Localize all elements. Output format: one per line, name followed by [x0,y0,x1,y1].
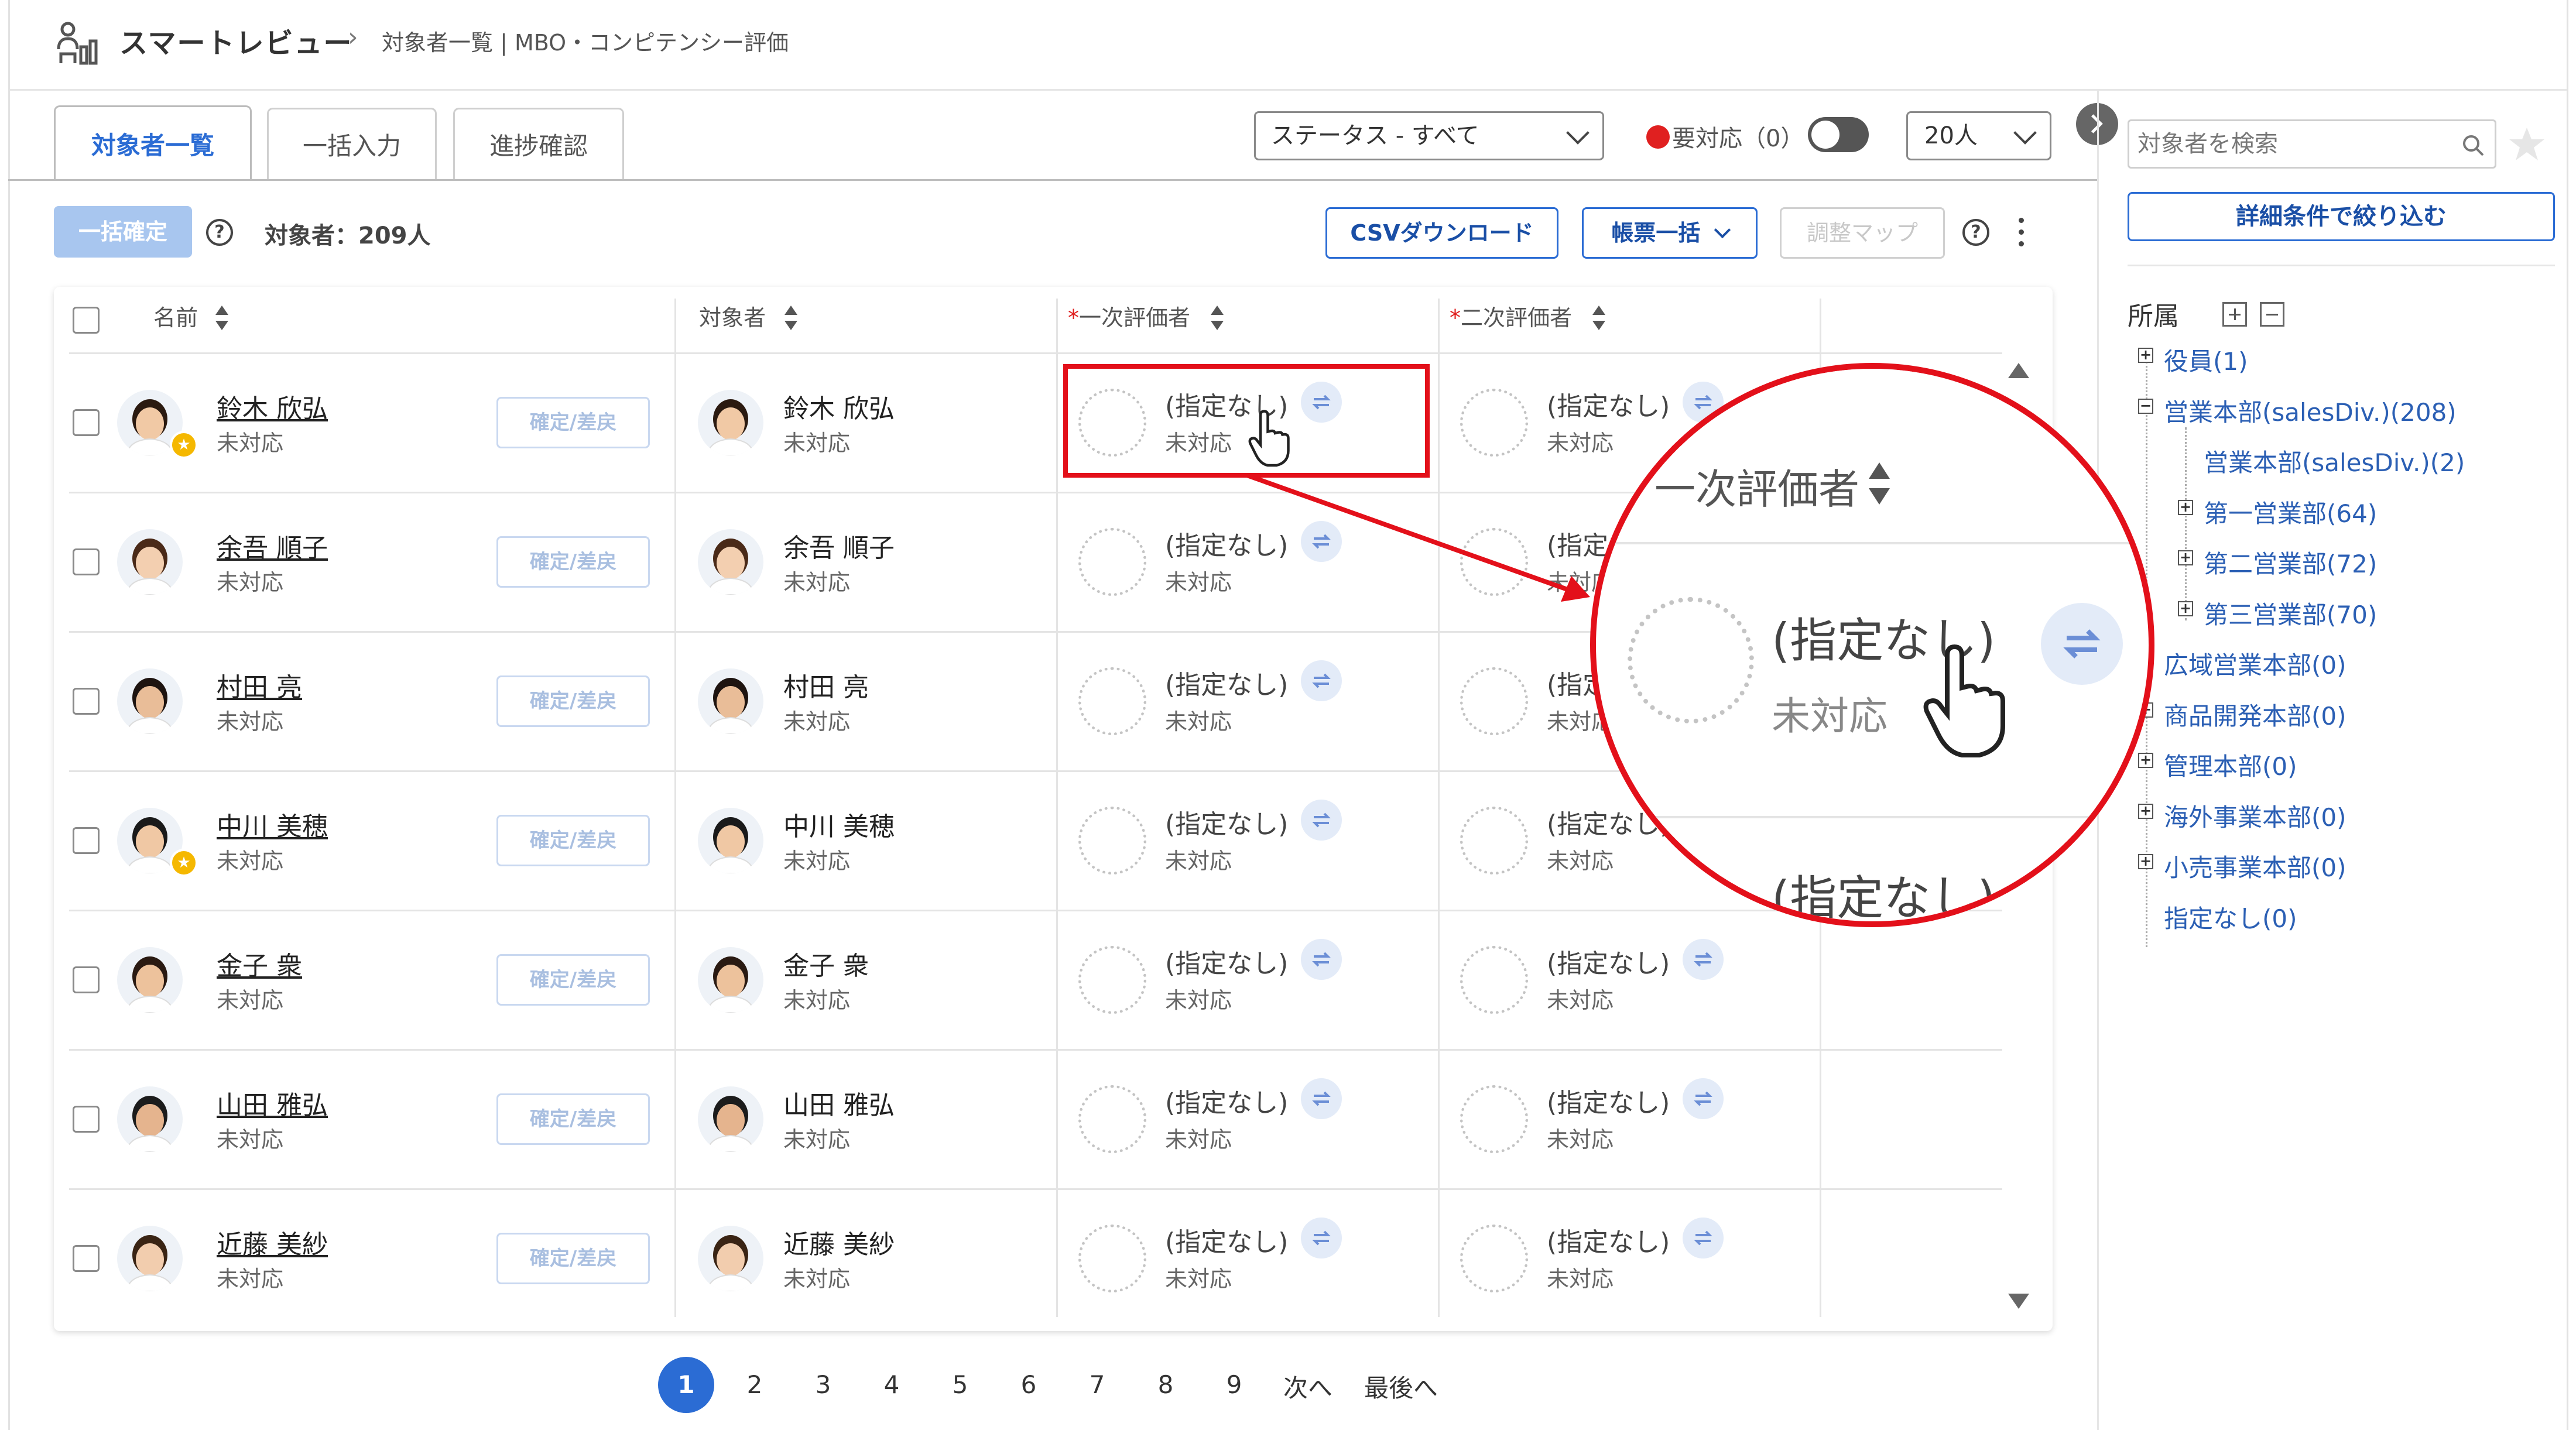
zoom-callout: 一次評価者 (指定なし) 未対応 (指定なし) [1590,363,2154,927]
zoom-header-label: 一次評価者 [1654,465,1859,513]
callout-arrow [1246,473,1590,602]
zoom-eval-status: 未対応 [1772,694,1888,739]
zoom-sort-icon [1869,462,1890,509]
zoom-next-value: (指定なし) [1772,871,1996,925]
zoom-pointer-hand-icon [1923,644,2005,757]
zoom-avatar-placeholder [1628,597,1754,723]
zoom-swap-icon [2041,603,2123,685]
app-root: スマートレビュー › 対象者一覧 | MBO・コンピテンシー評価 対象者一覧 一… [0,0,2576,1430]
zoom-divider [1596,542,2149,544]
pointer-hand-icon [1248,410,1290,467]
zoom-divider [1596,816,2149,818]
